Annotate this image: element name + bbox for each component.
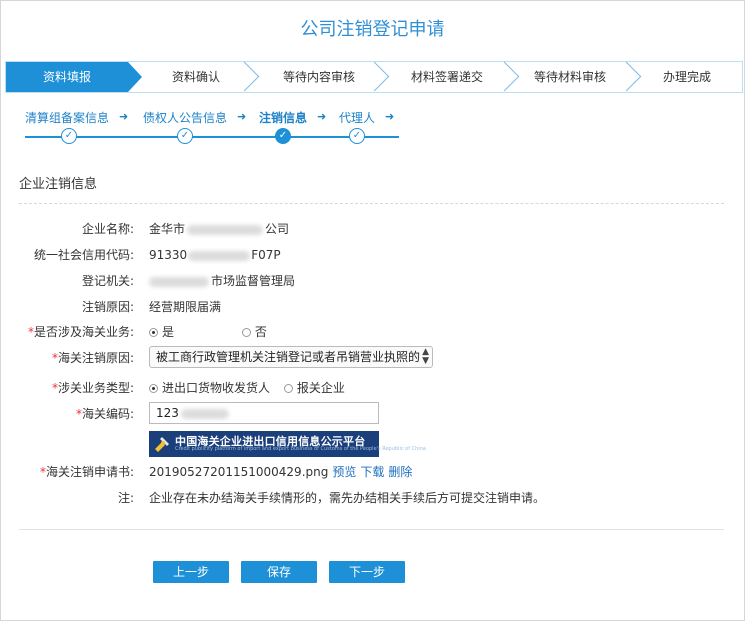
reason-label: 注销原因: — [81, 300, 134, 314]
note-text: 企业存在未办结海关手续情形的，需先办结相关手续后方可提交注销申请。 — [149, 491, 546, 505]
reg-authority-suffix: 市场监督管理局 — [211, 274, 296, 288]
note-label: 注: — [117, 491, 134, 505]
radio-yes-label: 是 — [162, 325, 175, 339]
customs-emblem-icon — [155, 437, 169, 452]
reg-authority-label: 登记机关: — [81, 274, 134, 288]
row-customs-involved: *是否涉及海关业务: 是 否 — [1, 322, 744, 342]
credit-code-label: 统一社会信用代码: — [33, 248, 134, 262]
radio-icon[interactable] — [241, 328, 251, 337]
row-company-name: 企业名称: 金华市 公司 — [1, 219, 744, 239]
row-customs-reason: *海关注销原因: 被工商行政管理机关注销登记或者吊销营业执照的 ▲ ▼ — [1, 346, 744, 368]
substep-liquidation[interactable]: 清算组备案信息 — [25, 109, 109, 126]
credit-code-value: 91330 F07P — [149, 245, 281, 265]
customs-reason-label: *海关注销原因: — [52, 348, 134, 368]
business-type-options: 进出口货物收发货人 报关企业 — [149, 378, 345, 398]
progress-step-sign-submit: 材料签署递交 — [388, 62, 506, 92]
progress-step-label: 资料填报 — [42, 70, 91, 84]
customs-code-label: *海关编码: — [76, 404, 134, 424]
radio-no[interactable]: 否 — [241, 325, 267, 339]
next-button[interactable]: 下一步 — [329, 561, 405, 583]
divider — [19, 203, 724, 204]
redacted-block — [149, 276, 209, 287]
customs-involved-label: *是否涉及海关业务: — [28, 322, 134, 342]
arrow-right-icon: ➜ — [317, 110, 327, 123]
sub-step-nav: 清算组备案信息 ➜ 债权人公告信息 ➜ 注销信息 ➜ 代理人 ➜ ✓ ✓ ✓ ✓ — [19, 109, 419, 149]
download-link[interactable]: 下载 — [360, 465, 384, 479]
customs-involved-options: 是 否 — [149, 322, 267, 342]
customs-code-input[interactable]: 123 — [149, 402, 379, 424]
substep-agent[interactable]: 代理人 — [339, 109, 375, 126]
progress-step-label: 资料确认 — [171, 70, 220, 84]
row-customs-code: *海关编码: 123 — [1, 402, 744, 424]
company-name-prefix: 金华市 — [149, 222, 186, 236]
customs-reason-label-text: 海关注销原因: — [57, 351, 134, 365]
redacted-block — [187, 224, 264, 235]
progress-step-fill: 资料填报 — [6, 62, 142, 92]
check-circle-icon: ✓ — [61, 128, 77, 144]
prev-button[interactable]: 上一步 — [153, 561, 229, 583]
customs-reason-select[interactable]: 被工商行政管理机关注销登记或者吊销营业执照的 ▲ ▼ — [149, 346, 433, 368]
company-name-value: 金华市 公司 — [149, 219, 289, 239]
radio-selected-icon[interactable] — [149, 384, 158, 393]
radio-selected-icon[interactable] — [149, 328, 158, 337]
preview-link[interactable]: 预览 — [332, 465, 356, 479]
credit-code-prefix: 91330 — [149, 248, 188, 262]
substep-creditor[interactable]: 债权人公告信息 — [143, 109, 227, 126]
row-application: *海关注销申请书: 20190527201151000429.png 预览 下载 删除 — [1, 462, 744, 482]
customs-code-value: 123 — [156, 406, 179, 420]
radio-broker[interactable]: 报关企业 — [283, 381, 345, 395]
row-note: 注: 企业存在未办结海关手续情形的，需先办结相关手续后方可提交注销申请。 — [1, 488, 744, 508]
substep-deregistration[interactable]: 注销信息 — [259, 109, 307, 126]
customs-reason-selected: 被工商行政管理机关注销登记或者吊销营业执照的 — [156, 350, 421, 364]
progress-step-label: 办理完成 — [662, 70, 711, 84]
delete-link[interactable]: 删除 — [388, 465, 412, 479]
radio-no-label: 否 — [254, 325, 267, 339]
section-title: 企业注销信息 — [19, 177, 98, 192]
customs-credit-platform-banner[interactable]: 中国海关企业进出口信用信息公示平台 Credit publicity platf… — [149, 431, 426, 457]
arrow-right-icon: ➜ — [119, 110, 129, 123]
application-file: 20190527201151000429.png 预览 下载 删除 — [149, 462, 412, 482]
redacted-block — [188, 250, 251, 261]
progress-step-label: 等待材料审核 — [533, 70, 606, 84]
check-circle-icon: ✓ — [177, 128, 193, 144]
progress-step-label: 等待内容审核 — [282, 70, 355, 84]
credit-code-suffix: F07P — [251, 248, 281, 262]
active-step-arrow-icon — [128, 62, 142, 92]
radio-broker-label: 报关企业 — [296, 381, 345, 395]
customs-involved-label-text: 是否涉及海关业务: — [33, 325, 134, 339]
row-reason: 注销原因: 经营期限届满 — [1, 297, 744, 317]
application-filename: 20190527201151000429.png — [149, 465, 329, 479]
row-reg-authority: 登记机关: 市场监督管理局 — [1, 271, 744, 291]
company-name-suffix: 公司 — [265, 222, 290, 236]
reg-authority-value: 市场监督管理局 — [149, 271, 295, 291]
progress-step-label: 材料签署递交 — [410, 70, 483, 84]
company-name-label: 企业名称: — [81, 222, 134, 236]
substep-track — [25, 136, 399, 138]
arrow-right-icon: ➜ — [237, 110, 247, 123]
radio-importer-label: 进出口货物收发货人 — [162, 381, 271, 395]
radio-importer[interactable]: 进出口货物收发货人 — [149, 381, 270, 395]
progress-step-done: 办理完成 — [632, 62, 742, 92]
business-type-label: *涉关业务类型: — [52, 378, 134, 398]
select-updown-icon: ▲ ▼ — [422, 347, 429, 366]
application-window: 公司注销登记申请 资料填报 资料确认 等待内容审核 材料签署递交 等待材料审核 … — [0, 0, 745, 621]
progress-bar: 资料填报 资料确认 等待内容审核 材料签署递交 等待材料审核 办理完成 — [5, 61, 743, 93]
reason-value: 经营期限届满 — [149, 300, 222, 314]
arrow-right-icon: ➜ — [385, 110, 395, 123]
application-label: *海关注销申请书: — [40, 462, 134, 482]
radio-icon[interactable] — [283, 384, 293, 393]
row-business-type: *涉关业务类型: 进出口货物收发货人 报关企业 — [1, 378, 744, 398]
application-label-text: 海关注销申请书: — [45, 465, 134, 479]
banner-subtitle: Credit publicity platform of import and … — [175, 446, 426, 452]
customs-code-label-text: 海关编码: — [81, 407, 134, 421]
page-title: 公司注销登记申请 — [300, 19, 445, 40]
check-circle-icon: ✓ — [275, 128, 291, 144]
redacted-block — [180, 408, 229, 419]
check-circle-icon: ✓ — [349, 128, 365, 144]
save-button[interactable]: 保存 — [241, 561, 317, 583]
radio-yes[interactable]: 是 — [149, 325, 174, 339]
divider — [19, 529, 724, 530]
row-credit-code: 统一社会信用代码: 91330 F07P — [1, 245, 744, 265]
business-type-label-text: 涉关业务类型: — [57, 381, 134, 395]
